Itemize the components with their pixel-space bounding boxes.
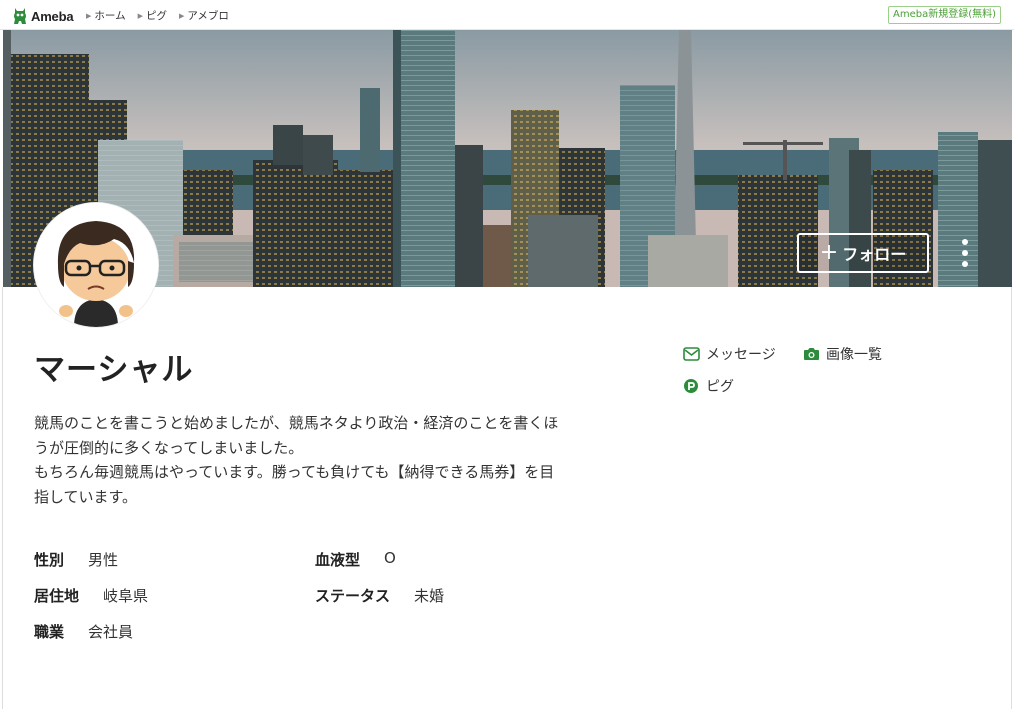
- bio-line: もちろん毎週競馬はやっています。勝っても負けても【納得できる馬券】を目: [34, 463, 555, 481]
- attr-value: 未婚: [414, 587, 445, 605]
- nav-ameblo[interactable]: ▶ アメブロ: [179, 8, 229, 23]
- attr-value: 男性: [88, 551, 119, 569]
- dot: [962, 261, 968, 267]
- attr-value: 会社員: [88, 623, 134, 641]
- logo-text: Ameba: [31, 8, 74, 24]
- nav-label: アメブロ: [187, 10, 229, 22]
- dot: [962, 250, 968, 256]
- arrow-right-icon: ▶: [137, 11, 143, 20]
- attr-label: 居住地: [34, 587, 80, 605]
- attr-label: ステータス: [315, 587, 391, 605]
- arrow-right-icon: ▶: [178, 11, 185, 20]
- attr-label: 血液型: [315, 551, 361, 569]
- global-nav: ▶ ホーム ▶ ピグ ▶ アメブロ: [86, 8, 241, 23]
- dot: [962, 239, 968, 245]
- page-border-left: [2, 287, 3, 709]
- attr-value: O: [384, 549, 396, 567]
- nav-label: ピグ: [145, 10, 167, 22]
- more-vertical-icon[interactable]: [955, 237, 975, 269]
- ameba-logo[interactable]: Ameba: [12, 6, 74, 26]
- page-border-right: [1011, 287, 1012, 709]
- avatar-image: [34, 203, 158, 327]
- plus-icon: +: [819, 240, 839, 265]
- camera-icon: [804, 348, 819, 360]
- follow-button[interactable]: + フォロー: [797, 233, 929, 273]
- attr-gender: 性別 男性: [34, 549, 118, 570]
- bio-line: 競馬のことを書こうと始めましたが、競馬ネタより政治・経済のことを書くほ: [34, 414, 559, 432]
- mail-icon: [683, 347, 700, 361]
- images-link[interactable]: 画像一覧: [803, 344, 882, 364]
- bio-line: 指しています。: [34, 487, 138, 506]
- message-link[interactable]: メッセージ: [683, 344, 776, 364]
- signup-button[interactable]: Ameba新規登録(無料): [887, 6, 1001, 24]
- pigg-label: ピグ: [706, 379, 734, 395]
- attr-blood: 血液型 O: [315, 549, 396, 570]
- attr-residence: 居住地 岐阜県: [34, 585, 148, 606]
- ameba-logo-icon: [14, 8, 26, 24]
- nav-label: ホーム: [94, 10, 126, 22]
- avatar[interactable]: [34, 203, 158, 327]
- pigg-icon: [684, 379, 698, 393]
- nav-home[interactable]: ▶ ホーム: [86, 8, 126, 23]
- images-label: 画像一覧: [826, 347, 882, 363]
- attr-job: 職業 会社員: [34, 621, 133, 642]
- profile-name: マーシャル: [34, 352, 194, 388]
- top-bar: Ameba ▶ ホーム ▶ ピグ ▶ アメブロ Ameba新規登録(無料): [0, 0, 1014, 30]
- arrow-right-icon: ▶: [86, 11, 92, 20]
- profile-bio: 競馬のことを書こうと始めましたが、競馬ネタより政治・経済のことを書くほ うが圧倒…: [34, 411, 604, 509]
- follow-label: フォロー: [842, 245, 907, 264]
- attr-status: ステータス 未婚: [315, 585, 444, 606]
- attr-value: 岐阜県: [103, 587, 149, 605]
- message-label: メッセージ: [706, 347, 776, 363]
- nav-pigg[interactable]: ▶ ピグ: [138, 8, 167, 23]
- attr-label: 職業: [34, 623, 65, 641]
- bio-line: うが圧倒的に多くなってしまいました。: [34, 438, 304, 457]
- attr-label: 性別: [34, 551, 65, 569]
- pigg-link[interactable]: ピグ: [683, 376, 734, 396]
